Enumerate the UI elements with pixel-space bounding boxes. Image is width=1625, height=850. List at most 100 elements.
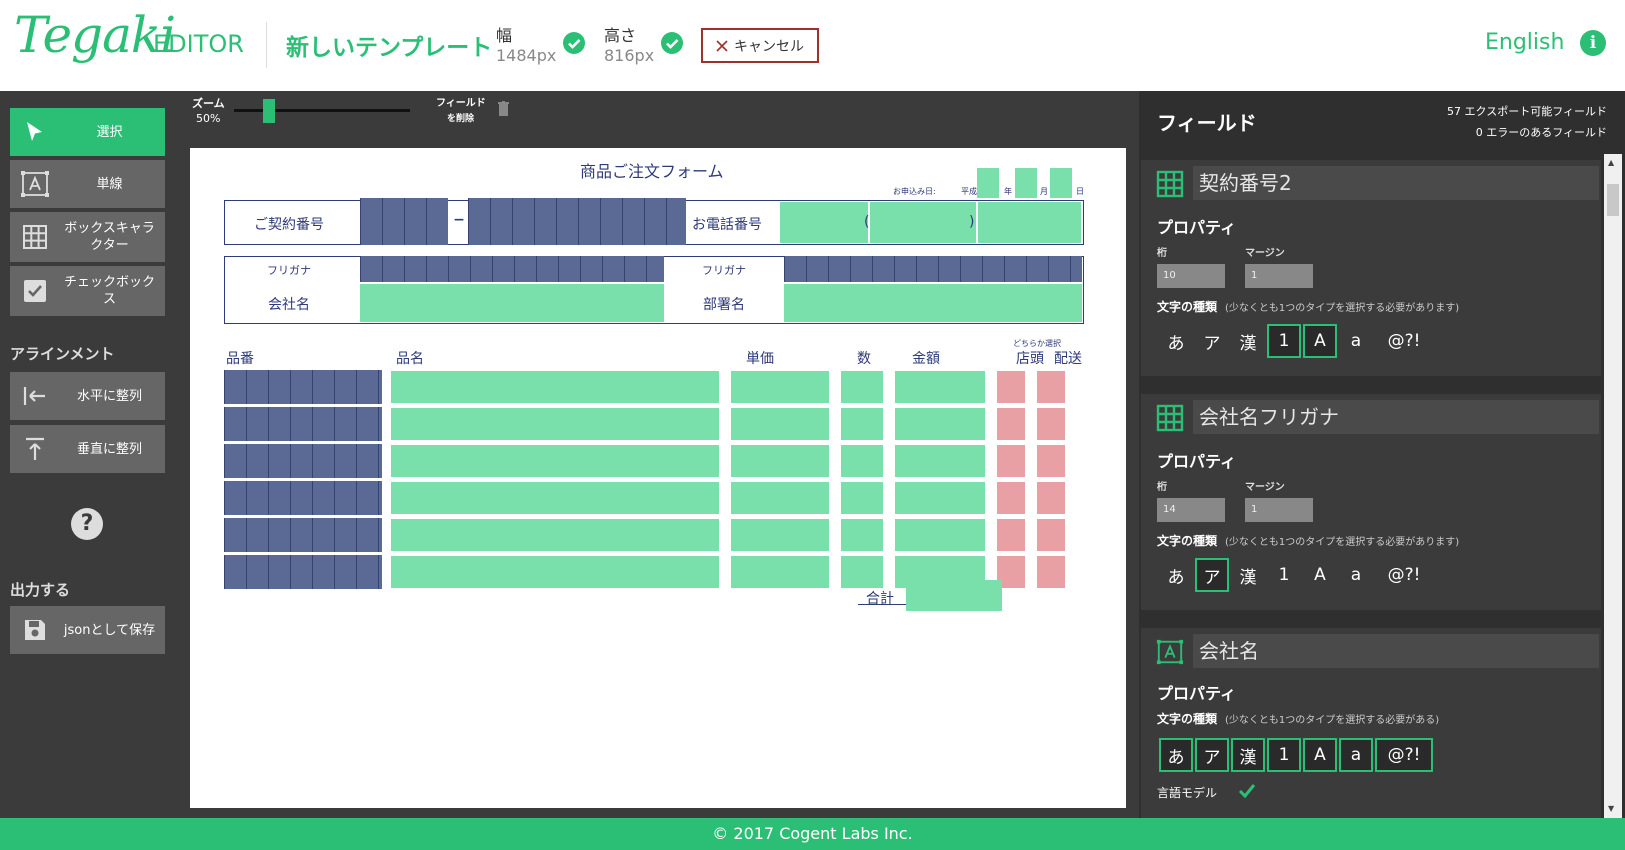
zoom-slider-track[interactable]	[234, 109, 410, 112]
char-type-option[interactable]: ア	[1195, 324, 1229, 358]
char-type-option[interactable]: a	[1339, 558, 1373, 592]
save-json-button[interactable]: jsonとして保存	[10, 606, 165, 654]
field-name[interactable]: 会社名フリガナ	[1193, 400, 1599, 434]
panel-scrollbar[interactable]	[1604, 154, 1622, 818]
company-name-field[interactable]	[360, 284, 664, 322]
unit-price-field[interactable]	[730, 444, 830, 478]
field-name[interactable]: 契約番号2	[1193, 166, 1599, 200]
char-type-option[interactable]: @?!	[1375, 738, 1433, 772]
date-month-field[interactable]	[1015, 168, 1037, 198]
char-type-option[interactable]: 漢	[1231, 324, 1265, 358]
product-number-field[interactable]	[224, 407, 382, 441]
field-card-company-name[interactable]: 会社名 プロパティ 文字の種類 (少なくとも1つのタイプを選択する必要がある) 言…	[1141, 628, 1601, 818]
product-name-field[interactable]	[390, 481, 720, 515]
store-choice-field[interactable]	[996, 481, 1026, 515]
amount-field[interactable]	[894, 518, 986, 552]
quantity-field[interactable]	[840, 555, 884, 589]
unit-price-field[interactable]	[730, 370, 830, 404]
scroll-up-icon[interactable]: ▲	[1608, 158, 1614, 167]
amount-field[interactable]	[894, 444, 986, 478]
char-type-option[interactable]: 漢	[1231, 558, 1265, 592]
char-type-option[interactable]: @?!	[1375, 324, 1433, 358]
quantity-field[interactable]	[840, 444, 884, 478]
checkbox-tool-button[interactable]: チェックボックス	[10, 266, 165, 316]
margin-input[interactable]: 1	[1245, 498, 1313, 522]
select-tool-button[interactable]: 選択	[10, 108, 165, 156]
char-type-option[interactable]: A	[1303, 558, 1337, 592]
delivery-choice-field[interactable]	[1036, 555, 1066, 589]
height-value[interactable]: 816px	[604, 46, 654, 65]
char-type-option[interactable]: あ	[1159, 324, 1193, 358]
product-name-field[interactable]	[390, 555, 720, 589]
scroll-down-icon[interactable]: ▼	[1608, 804, 1614, 813]
contract-number-part2-field[interactable]	[468, 198, 686, 245]
quantity-field[interactable]	[840, 481, 884, 515]
trash-icon[interactable]	[498, 101, 509, 117]
digits-input[interactable]: 10	[1157, 264, 1225, 288]
form-canvas[interactable]: 商品ご注文フォーム お申込み日: 平成 年 月 日 ご契約番号 − お電話番号 …	[190, 148, 1126, 808]
char-type-option[interactable]: 1	[1267, 558, 1301, 592]
info-icon[interactable]: i	[1580, 30, 1606, 56]
unit-price-field[interactable]	[730, 407, 830, 441]
date-year-field[interactable]	[977, 168, 999, 198]
delivery-choice-field[interactable]	[1036, 481, 1066, 515]
char-type-option[interactable]: @?!	[1375, 558, 1433, 592]
char-type-option[interactable]: A	[1303, 738, 1337, 772]
zoom-slider-handle[interactable]	[263, 99, 276, 123]
template-name[interactable]: 新しいテンプレート	[286, 28, 492, 62]
char-type-option[interactable]: A	[1303, 324, 1337, 358]
field-card-contract-number-2[interactable]: 契約番号2 プロパティ 桁 10 マージン 1 文字の種類 (少なくとも1つのタイ…	[1141, 160, 1601, 376]
product-number-field[interactable]	[224, 481, 382, 515]
product-number-field[interactable]	[224, 555, 382, 589]
unit-price-field[interactable]	[730, 518, 830, 552]
phone-last-field[interactable]	[978, 202, 1081, 243]
store-choice-field[interactable]	[996, 407, 1026, 441]
department-furigana-field[interactable]	[784, 256, 1082, 282]
panel-scrollbar-thumb[interactable]	[1607, 184, 1619, 216]
unit-price-field[interactable]	[730, 555, 830, 589]
store-choice-field[interactable]	[996, 370, 1026, 404]
language-model-check-icon[interactable]	[1237, 782, 1257, 800]
product-number-field[interactable]	[224, 444, 382, 478]
product-name-field[interactable]	[390, 370, 720, 404]
quantity-field[interactable]	[840, 407, 884, 441]
store-choice-field[interactable]	[996, 518, 1026, 552]
phone-middle-field[interactable]	[870, 202, 976, 243]
delivery-choice-field[interactable]	[1036, 444, 1066, 478]
amount-field[interactable]	[894, 481, 986, 515]
box-character-tool-button[interactable]: ボックスキャラクター	[10, 212, 165, 262]
char-type-option[interactable]: 1	[1267, 324, 1301, 358]
single-line-tool-button[interactable]: 単線	[10, 160, 165, 208]
margin-input[interactable]: 1	[1245, 264, 1313, 288]
date-day-field[interactable]	[1050, 168, 1072, 198]
product-name-field[interactable]	[390, 407, 720, 441]
char-type-option[interactable]: 漢	[1231, 738, 1265, 772]
digits-input[interactable]: 14	[1157, 498, 1225, 522]
product-name-field[interactable]	[390, 444, 720, 478]
field-card-company-furigana[interactable]: 会社名フリガナ プロパティ 桁 14 マージン 1 文字の種類 (少なくとも1つの…	[1141, 394, 1601, 610]
cancel-button[interactable]: キャンセル	[701, 28, 819, 63]
phone-area-field[interactable]	[780, 202, 868, 243]
product-name-field[interactable]	[390, 518, 720, 552]
company-furigana-field[interactable]	[360, 256, 664, 282]
field-name[interactable]: 会社名	[1193, 634, 1599, 668]
product-number-field[interactable]	[224, 370, 382, 404]
help-icon[interactable]: ?	[71, 508, 103, 540]
store-choice-field[interactable]	[996, 444, 1026, 478]
amount-field[interactable]	[894, 370, 986, 404]
char-type-option[interactable]: a	[1339, 738, 1373, 772]
align-vertical-button[interactable]: 垂直に整列	[10, 425, 165, 473]
unit-price-field[interactable]	[730, 481, 830, 515]
char-type-option[interactable]: a	[1339, 324, 1373, 358]
delivery-choice-field[interactable]	[1036, 407, 1066, 441]
delivery-choice-field[interactable]	[1036, 518, 1066, 552]
total-field[interactable]	[906, 580, 1002, 611]
char-type-option[interactable]: ア	[1195, 738, 1229, 772]
language-switch[interactable]: English	[1485, 30, 1564, 55]
amount-field[interactable]	[894, 407, 986, 441]
quantity-field[interactable]	[840, 370, 884, 404]
width-value[interactable]: 1484px	[496, 46, 556, 65]
contract-number-part1-field[interactable]	[360, 198, 448, 245]
delivery-choice-field[interactable]	[1036, 370, 1066, 404]
char-type-option[interactable]: ア	[1195, 558, 1229, 592]
